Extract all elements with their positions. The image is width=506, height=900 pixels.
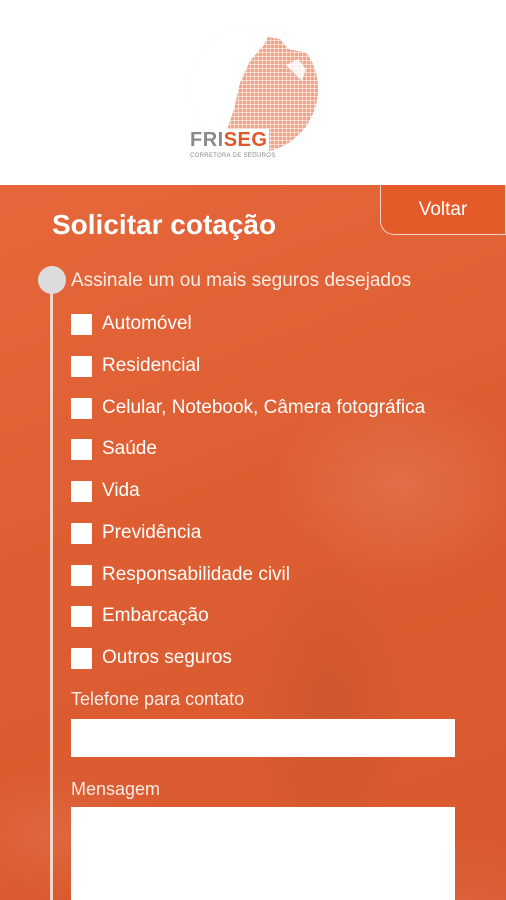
brand-name-part1: FRI — [190, 129, 224, 151]
app-header: FRISEG CORRETORA DE SEGUROS — [0, 0, 506, 185]
option-celular-notebook-camera[interactable]: Celular, Notebook, Câmera fotográfica — [71, 397, 425, 419]
checkbox[interactable] — [71, 564, 92, 586]
checkbox[interactable] — [71, 397, 92, 419]
option-label: Residencial — [102, 355, 201, 376]
option-label: Vida — [102, 480, 140, 501]
checkbox[interactable] — [71, 480, 92, 502]
option-outros-seguros[interactable]: Outros seguros — [71, 647, 232, 669]
option-label: Saúde — [102, 438, 157, 459]
option-embarcacao[interactable]: Embarcação — [71, 605, 209, 627]
checkbox[interactable] — [71, 313, 92, 335]
option-label: Automóvel — [102, 313, 192, 334]
checkbox[interactable] — [71, 438, 92, 460]
checkbox[interactable] — [71, 605, 92, 627]
brand-name-part2: SEG — [223, 129, 268, 151]
timeline-line — [50, 280, 53, 900]
phone-field-label: Telefone para contato — [71, 689, 245, 709]
phone-field[interactable] — [71, 719, 455, 757]
message-textarea[interactable] — [71, 807, 455, 900]
back-button[interactable]: Voltar — [380, 185, 506, 235]
quote-form-panel: Solicitar cotação Voltar Assinale um ou … — [0, 185, 506, 900]
checkbox[interactable] — [71, 647, 92, 669]
option-label: Responsabilidade civil — [102, 564, 290, 585]
option-label: Celular, Notebook, Câmera fotográfica — [102, 397, 426, 418]
insurance-section-label: Assinale um ou mais seguros desejados — [71, 270, 412, 291]
page-title: Solicitar cotação — [52, 209, 277, 240]
option-vida[interactable]: Vida — [71, 480, 140, 502]
option-residencial[interactable]: Residencial — [71, 355, 200, 377]
brand-tagline: CORRETORA DE SEGUROS — [190, 153, 276, 159]
option-label: Previdência — [102, 522, 202, 543]
checkbox[interactable] — [71, 522, 92, 544]
checkbox[interactable] — [71, 355, 92, 377]
option-saude[interactable]: Saúde — [71, 438, 157, 460]
option-automovel[interactable]: Automóvel — [71, 313, 192, 335]
option-responsabilidade-civil[interactable]: Responsabilidade civil — [71, 564, 290, 586]
option-previdencia[interactable]: Previdência — [71, 522, 201, 544]
timeline-step-dot — [38, 266, 66, 294]
option-label: Embarcação — [102, 605, 209, 626]
message-field-label: Mensagem — [71, 779, 161, 799]
brand-name: FRISEG — [190, 129, 270, 152]
option-label: Outros seguros — [102, 647, 232, 668]
